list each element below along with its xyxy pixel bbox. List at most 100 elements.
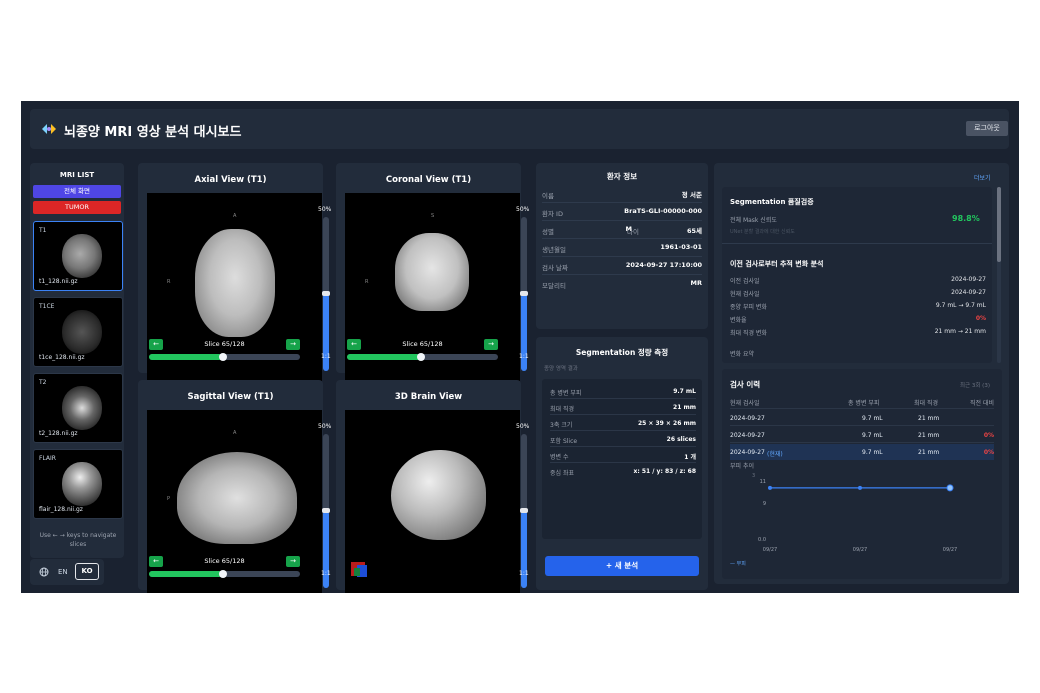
divider xyxy=(722,243,992,244)
zoom-slider-thumb[interactable] xyxy=(322,508,330,513)
tumor-button[interactable]: TUMOR xyxy=(33,201,121,214)
brain-3d-canvas[interactable]: 50% 1:1 xyxy=(345,410,529,593)
slice-slider[interactable] xyxy=(347,353,498,361)
slice-slider-thumb[interactable] xyxy=(219,353,227,361)
analysis-panel: 더보기 Segmentation 품질검증 전체 Mask 신뢰도 98.8% … xyxy=(714,163,1009,584)
full-view-button[interactable]: 전체 화면 xyxy=(33,185,121,198)
row-value: 정 서준 xyxy=(681,191,702,199)
history-volume: 9.7 mL xyxy=(862,449,883,456)
brain-3d-model xyxy=(391,450,486,540)
mri-item-tag: T1 xyxy=(39,227,47,234)
patient-row-name: 이름 정 서준 xyxy=(542,185,702,203)
row-key: 총 병변 부피 xyxy=(550,390,582,397)
next-slice-button[interactable]: → xyxy=(286,556,300,567)
slice-slider[interactable] xyxy=(149,353,300,361)
orientation-label-p: P xyxy=(167,496,171,502)
row-value: 21 mm xyxy=(673,404,696,411)
row-value: 1961-03-01 xyxy=(660,243,702,251)
slice-slider[interactable] xyxy=(149,570,300,578)
scale-label: 1:1 xyxy=(321,570,331,577)
row-key: 이전 검사일 xyxy=(730,278,760,285)
t1ce-thumbnail xyxy=(62,310,102,354)
lang-ko-button[interactable]: KO xyxy=(75,563,99,580)
qc-value: 98.8% xyxy=(952,214,980,223)
measure-table: 총 병변 부피 9.7 mL 최대 직경 21 mm 3축 크기 25 × 39 × … xyxy=(542,379,702,539)
axial-canvas[interactable]: A R 50% ← Slice 65/128 → 1:1 xyxy=(147,193,331,381)
measure-row: 포함 Slice 26 slices xyxy=(550,431,696,447)
t1-thumbnail xyxy=(62,234,102,278)
lang-en-button[interactable]: EN xyxy=(58,568,68,576)
history-row[interactable]: 2024-09-27 9.7 mL 21 mm xyxy=(730,410,994,426)
row-key: 최대 직경 변화 xyxy=(730,330,767,337)
x-tick-label: 09/27 xyxy=(763,547,777,553)
row-value: x: 51 / y: 83 / z: 68 xyxy=(633,468,696,475)
age-label: 나이 xyxy=(627,228,639,236)
scale-label: 1:1 xyxy=(519,353,529,360)
row-key: 환자 ID xyxy=(542,210,563,218)
orientation-label-r: R xyxy=(365,279,369,285)
history-change: 0% xyxy=(983,449,994,456)
mri-item-t2[interactable]: T2 t2_128.nii.gz xyxy=(33,373,123,443)
mri-item-file: flair_128.nii.gz xyxy=(39,506,83,513)
axial-brain-image xyxy=(195,229,275,337)
next-slice-button[interactable]: → xyxy=(484,339,498,350)
y-tick-label: 11 xyxy=(760,479,766,485)
row-key: 종양 부피 변화 xyxy=(730,304,767,311)
zoom-slider-thumb[interactable] xyxy=(520,508,528,513)
brain-logo-icon xyxy=(42,124,56,134)
row-key: 3축 크기 xyxy=(550,422,573,429)
history-row[interactable]: 2024-09-27 9.7 mL 21 mm 0% xyxy=(730,427,994,443)
brain-3d-view-title: 3D Brain View xyxy=(394,392,463,402)
zoom-slider[interactable] xyxy=(322,434,330,588)
row-key: 중심 좌표 xyxy=(550,470,574,477)
mri-item-flair[interactable]: FLAIR flair_128.nii.gz xyxy=(33,449,123,519)
qc-subtitle: UNet 분할 결과에 대한 신뢰도 xyxy=(730,229,795,235)
mri-item-t1[interactable]: T1 t1_128.nii.gz xyxy=(33,221,123,291)
slice-slider-thumb[interactable] xyxy=(219,570,227,578)
zoom-slider-thumb[interactable] xyxy=(322,291,330,296)
mri-item-t1ce[interactable]: T1CE t1ce_128.nii.gz xyxy=(33,297,123,367)
history-diameter: 21 mm xyxy=(918,432,940,439)
zoom-slider[interactable] xyxy=(520,434,528,588)
history-title: 검사 이력 xyxy=(730,380,761,389)
change-summary-label: 변화 요약 xyxy=(730,351,754,358)
zoom-percent: 50% xyxy=(516,206,530,213)
row-key: 최대 직경 xyxy=(550,406,574,413)
slice-slider-fill xyxy=(347,354,420,360)
row-value: 2024-09-27 17:10:00 xyxy=(625,261,702,269)
orientation-label-a: A xyxy=(233,213,237,219)
sagittal-brain-image xyxy=(177,452,297,544)
slice-slider-thumb[interactable] xyxy=(417,353,425,361)
sagittal-canvas[interactable]: A P 50% ← Slice 65/128 → 1:1 xyxy=(147,410,331,593)
row-value: BraTS-GLI-00000-000 xyxy=(624,207,702,215)
measure-row: 최대 직경 21 mm xyxy=(550,399,696,415)
coronal-brain-image xyxy=(395,233,469,311)
patient-row-id: 환자 ID BraTS-GLI-00000-000 xyxy=(542,203,702,221)
row-key: 생년월일 xyxy=(542,246,566,254)
trend-row: 현재 검사일 2024-09-27 xyxy=(730,286,986,299)
zoom-slider[interactable] xyxy=(520,217,528,371)
analysis-scrollbar-thumb[interactable] xyxy=(997,187,1001,262)
logout-button[interactable]: 로그아웃 xyxy=(966,121,1008,136)
scale-label: 1:1 xyxy=(321,353,331,360)
row-value: 26 slices xyxy=(666,436,696,443)
zoom-slider-thumb[interactable] xyxy=(520,291,528,296)
dashboard-app: 뇌종양 MRI 영상 분석 대시보드 로그아웃 MRI LIST 전체 화면 T… xyxy=(21,101,1019,593)
row-value: 2024-09-27 xyxy=(951,276,986,283)
patient-row-sex: 성별 M 나이 65세 xyxy=(542,221,702,239)
new-analysis-button[interactable]: + 새 분석 xyxy=(545,556,699,576)
next-slice-button[interactable]: → xyxy=(286,339,300,350)
current-tag: (현재) xyxy=(767,451,783,458)
analysis-scrollbar[interactable] xyxy=(997,187,1001,363)
more-link[interactable]: 더보기 xyxy=(974,173,991,182)
zoom-slider[interactable] xyxy=(322,217,330,371)
history-row-current[interactable]: 2024-09-27 (현재) 9.7 mL 21 mm 0% xyxy=(730,444,994,460)
col-change: 직전 대비 xyxy=(970,400,994,407)
page-title: 뇌종양 MRI 영상 분석 대시보드 xyxy=(64,125,242,140)
history-header-row: 현재 검사일 총 병변 부피 최대 직경 직전 대비 xyxy=(730,393,994,409)
row-key: 포함 Slice xyxy=(550,438,578,445)
language-switcher: EN KO xyxy=(30,559,104,585)
row-value: 2024-09-27 xyxy=(951,289,986,296)
coronal-canvas[interactable]: S R 50% ← Slice 65/128 → 1:1 xyxy=(345,193,529,381)
data-point xyxy=(768,485,772,490)
